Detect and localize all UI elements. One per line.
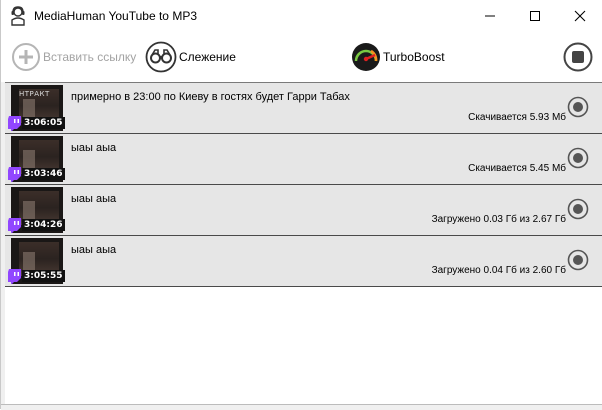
speedometer-icon — [352, 43, 380, 71]
twitch-icon — [8, 218, 21, 233]
stop-circle-icon — [563, 42, 593, 72]
video-title: примерно в 23:00 по Киеву в гостях будет… — [71, 91, 350, 103]
stop-download-icon[interactable] — [567, 96, 589, 118]
window-title: MediaHuman YouTube to MP3 — [34, 9, 197, 23]
thumbnail-caption: НТРАКТ — [19, 90, 50, 98]
stop-download-icon[interactable] — [567, 147, 589, 169]
download-row[interactable]: 3:03:46 ыаы аыа Скачивается 5.45 Мб — [5, 134, 602, 185]
minimize-icon — [485, 15, 495, 17]
video-title: ыаы аыа — [71, 244, 117, 256]
video-duration: 3:03:46 — [22, 168, 65, 180]
twitch-icon — [8, 116, 21, 131]
stop-all-button[interactable] — [563, 32, 593, 82]
binoculars-icon — [145, 41, 177, 73]
mediahuman-app-icon — [9, 6, 27, 26]
download-list[interactable]: НТРАКТ 3:06:05 примерно в 23:00 по Киеву… — [5, 82, 602, 405]
toolbar: Вставить ссылку Слежение TurboBoost — [1, 32, 602, 83]
tracking-button[interactable]: Слежение — [145, 32, 236, 82]
download-status: Скачивается 5.45 Мб — [468, 163, 566, 174]
tracking-label: Слежение — [179, 50, 236, 64]
twitch-icon — [8, 167, 21, 182]
video-duration: 3:06:05 — [22, 117, 65, 129]
video-duration: 3:04:26 — [22, 219, 65, 231]
minimize-button[interactable] — [467, 0, 513, 32]
download-status: Скачивается 5.93 Мб — [468, 112, 566, 123]
add-circle-icon — [12, 43, 40, 71]
close-button[interactable] — [557, 0, 602, 32]
video-duration: 3:05:55 — [22, 270, 65, 282]
download-status: Загружено 0.04 Гб из 2.60 Гб — [431, 265, 566, 276]
window-bottom-edge — [1, 404, 602, 410]
twitch-icon — [8, 269, 21, 284]
paste-link-label: Вставить ссылку — [43, 50, 137, 64]
download-status: Загружено 0.03 Гб из 2.67 Гб — [431, 214, 566, 225]
stop-download-icon[interactable] — [567, 198, 589, 220]
turboboost-label: TurboBoost — [383, 50, 445, 64]
title-bar[interactable]: MediaHuman YouTube to MP3 — [1, 0, 602, 32]
maximize-icon — [530, 11, 540, 21]
download-row[interactable]: 3:04:26 ыаы аыа Загружено 0.03 Гб из 2.6… — [5, 185, 602, 236]
download-row[interactable]: 3:05:55 ыаы аыа Загружено 0.04 Гб из 2.6… — [5, 236, 602, 287]
close-icon — [574, 10, 586, 22]
turboboost-button[interactable]: TurboBoost — [351, 32, 445, 82]
stop-download-icon[interactable] — [567, 249, 589, 271]
paste-link-button[interactable]: Вставить ссылку — [11, 32, 136, 82]
video-title: ыаы аыа — [71, 193, 117, 205]
app-window: MediaHuman YouTube to MP3 Вставить ссылк… — [0, 0, 602, 410]
maximize-button[interactable] — [512, 0, 558, 32]
video-title: ыаы аыа — [71, 142, 117, 154]
download-row[interactable]: НТРАКТ 3:06:05 примерно в 23:00 по Киеву… — [5, 83, 602, 134]
